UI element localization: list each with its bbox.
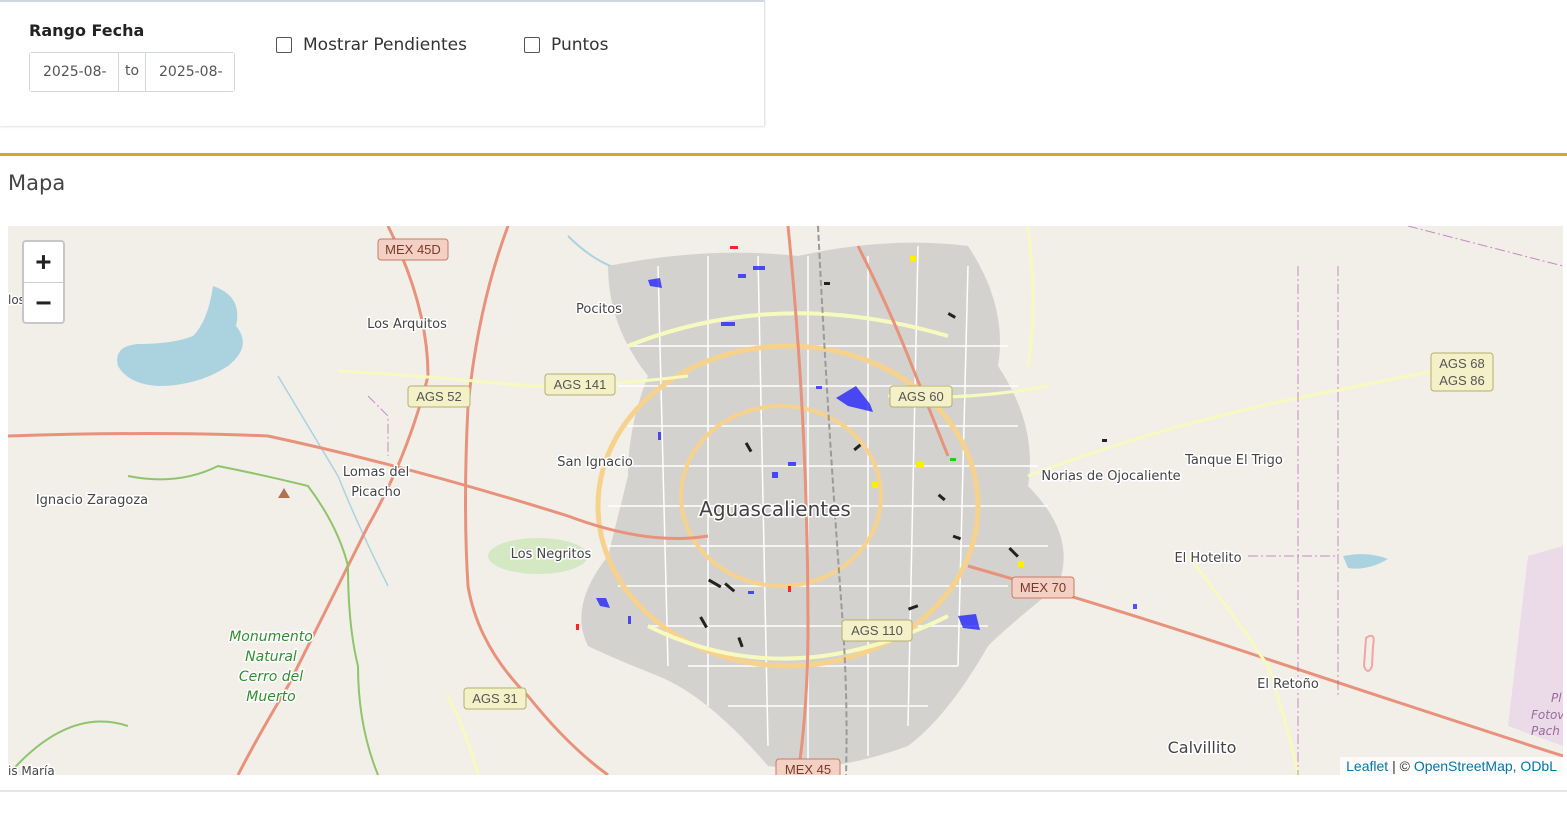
show-pending-checkbox[interactable]: Mostrar Pendientes bbox=[276, 35, 467, 55]
calvillito-label: Calvillito bbox=[1168, 738, 1237, 757]
date-range-label: Rango Fecha bbox=[29, 21, 145, 40]
pond-water bbox=[1343, 554, 1388, 569]
shield-ags52: AGS 52 bbox=[407, 385, 471, 408]
attribution-separator: | © bbox=[1392, 758, 1410, 774]
svg-text:Pach: Pach bbox=[1531, 724, 1560, 738]
shield-ags60: AGS 60 bbox=[889, 385, 953, 408]
los-arquitos-label: Los Arquitos bbox=[367, 317, 447, 332]
city-label: Aguascalientes bbox=[699, 497, 851, 521]
map-attribution: Leaflet | © OpenStreetMap, ODbL bbox=[1340, 757, 1563, 775]
svg-text:Pl: Pl bbox=[1551, 691, 1562, 705]
tanque-el-trigo-label: Tanque El Trigo bbox=[1184, 453, 1283, 468]
svg-text:MEX 70: MEX 70 bbox=[1020, 580, 1066, 595]
shield-mex70: MEX 70 bbox=[1011, 576, 1075, 599]
park-labels: Monumento Natural Cerro del Muerto bbox=[228, 628, 315, 707]
svg-text:AGS 141: AGS 141 bbox=[554, 377, 607, 392]
show-pending-label: Mostrar Pendientes bbox=[303, 35, 467, 55]
zoom-out-button[interactable]: − bbox=[24, 283, 63, 323]
los-negritos-label: Los Negritos bbox=[511, 547, 592, 562]
svg-text:AGS 86: AGS 86 bbox=[1439, 373, 1485, 388]
start-date-input[interactable] bbox=[30, 53, 118, 91]
shield-ags31: AGS 31 bbox=[463, 687, 527, 710]
protected-area-boundary bbox=[127, 464, 379, 775]
leaflet-link[interactable]: Leaflet bbox=[1346, 758, 1388, 774]
points-label: Puntos bbox=[551, 35, 609, 55]
river-west bbox=[277, 375, 389, 587]
svg-text:AGS 68: AGS 68 bbox=[1439, 356, 1485, 371]
svg-text:AGS 110: AGS 110 bbox=[851, 623, 903, 638]
map-section-title: Mapa bbox=[8, 171, 66, 195]
svg-text:MEX 45D: MEX 45D bbox=[385, 242, 441, 257]
openstreetmap-link[interactable]: OpenStreetMap, ODbL bbox=[1414, 758, 1557, 774]
section-divider bbox=[0, 790, 1567, 792]
shield-mex45: MEX 45 bbox=[775, 758, 841, 775]
svg-text:AGS 52: AGS 52 bbox=[416, 389, 462, 404]
el-hotelito-label: El Hotelito bbox=[1174, 551, 1241, 566]
end-date-input[interactable] bbox=[146, 53, 234, 91]
pocitos-label: Pocitos bbox=[576, 302, 622, 317]
racetrack-shape bbox=[1362, 634, 1375, 672]
el-retono-label: El Retoño bbox=[1257, 677, 1319, 692]
ignacio-zaragoza-label: Ignacio Zaragoza bbox=[36, 493, 148, 508]
points-checkbox[interactable]: Puntos bbox=[524, 35, 608, 55]
shield-mex45d: MEX 45D bbox=[377, 238, 449, 261]
lomas-del-picacho-label-2: Picacho bbox=[351, 485, 401, 500]
leaflet-map[interactable]: MEX 45D AGS 52 AGS 141 AGS 60 AGS 68 AGS… bbox=[8, 226, 1563, 775]
zoom-in-button[interactable]: + bbox=[24, 242, 63, 283]
lomas-del-picacho-label-1: Lomas del bbox=[343, 465, 409, 480]
norias-label: Norias de Ojocaliente bbox=[1041, 469, 1180, 484]
monumento-label-2: Natural bbox=[245, 649, 297, 665]
shield-ags68-86: AGS 68 AGS 86 bbox=[1430, 352, 1494, 392]
monumento-label-1: Monumento bbox=[229, 629, 313, 645]
date-range-picker: to bbox=[29, 52, 235, 92]
san-ignacio-label: San Ignacio bbox=[557, 455, 633, 470]
monumento-label-3: Cerro del bbox=[239, 669, 303, 685]
svg-text:AGS 31: AGS 31 bbox=[472, 691, 518, 706]
show-pending-checkbox-box[interactable] bbox=[276, 37, 292, 53]
reservoir-water bbox=[117, 286, 243, 386]
monumento-label-4: Muerto bbox=[246, 689, 295, 705]
svg-text:Fotov: Fotov bbox=[1531, 708, 1563, 722]
points-checkbox-box[interactable] bbox=[524, 37, 540, 53]
date-range-separator: to bbox=[118, 53, 146, 91]
shield-ags141: AGS 141 bbox=[544, 373, 616, 396]
edge-label-santa-maria: is María bbox=[8, 764, 55, 775]
filter-panel: Rango Fecha to Mostrar Pendientes Puntos bbox=[0, 0, 765, 126]
map-tiles: MEX 45D AGS 52 AGS 141 AGS 60 AGS 68 AGS… bbox=[8, 226, 1563, 775]
svg-text:MEX 45: MEX 45 bbox=[785, 762, 831, 775]
zoom-control: + − bbox=[22, 240, 65, 324]
shield-ags110: AGS 110 bbox=[841, 619, 913, 642]
svg-text:AGS 60: AGS 60 bbox=[898, 389, 944, 404]
peak-icon bbox=[278, 488, 290, 498]
